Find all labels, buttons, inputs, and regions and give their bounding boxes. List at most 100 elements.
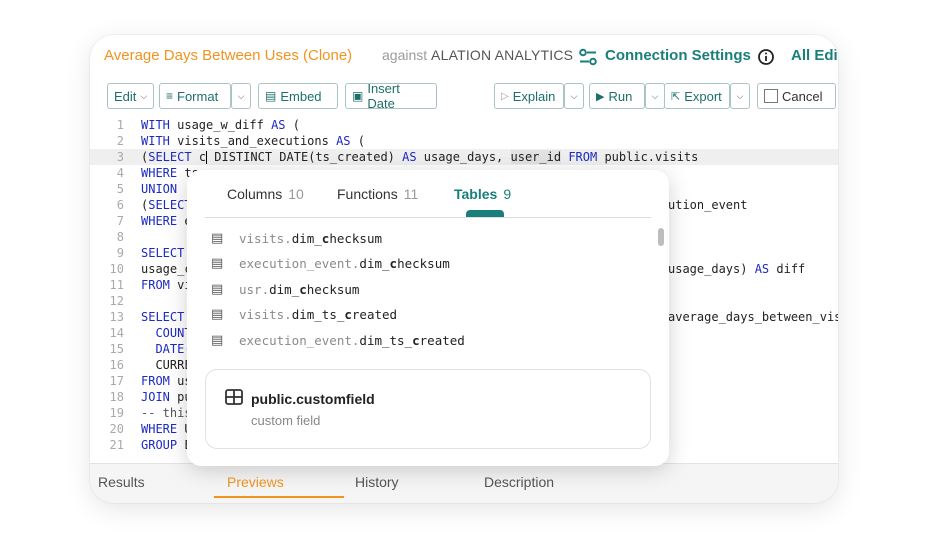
list-item[interactable]: ▤ visits. dim_checksum <box>211 226 382 250</box>
database-icon: ▤ <box>211 255 224 271</box>
tab-tables-label: Tables <box>454 186 498 202</box>
tab-previews[interactable]: Previews <box>227 474 284 490</box>
embed-label: Embed <box>280 88 322 104</box>
tab-tables-count: 9 <box>503 186 512 202</box>
item-column: dim_checksum <box>291 230 383 246</box>
item-column: dim_ts_created <box>359 332 465 348</box>
datasource-label: against ALATION ANALYTICS <box>382 47 573 63</box>
detail-description: custom field <box>251 413 321 428</box>
code-text: usage_c <box>141 262 192 276</box>
line-number: 6 <box>116 198 124 212</box>
tab-history[interactable]: History <box>355 474 399 490</box>
item-column: dim_checksum <box>359 255 450 271</box>
info-circle-icon[interactable] <box>757 48 775 70</box>
line-number: 7 <box>116 214 124 228</box>
embed-icon: ▤ <box>265 89 277 103</box>
list-item[interactable]: ▤ usr. dim_checksum <box>211 277 359 301</box>
chevron-down-icon: ⌵ <box>651 90 659 101</box>
chevron-down-icon: ⌵ <box>140 90 148 101</box>
scrollbar-thumb[interactable] <box>658 228 664 246</box>
tab-functions-count: 11 <box>403 186 419 202</box>
run-button[interactable]: ▶ Run <box>589 83 645 109</box>
code-text: WHERE U <box>141 422 192 436</box>
code-text: FROM vi <box>141 278 192 292</box>
code-text: DATE( <box>155 342 191 356</box>
code-text: WITH visits_and_executions AS ( <box>141 134 365 148</box>
against-text: against <box>382 47 428 63</box>
datasource-name[interactable]: ALATION ANALYTICS <box>431 47 573 63</box>
list-item[interactable]: ▤ execution_event. dim_checksum <box>211 251 450 275</box>
align-lines-icon: ≡ <box>166 89 174 103</box>
export-dropdown-button[interactable]: ⌵ <box>730 83 750 109</box>
tab-results[interactable]: Results <box>98 474 145 490</box>
line-number: 10 <box>109 262 124 276</box>
explain-button[interactable]: ▷ Explain <box>494 83 564 109</box>
explain-label: Explain <box>512 88 556 104</box>
code-line: 1 WITH usage_w_diff AS ( <box>90 117 838 133</box>
code-fragment: ution_event <box>668 198 748 212</box>
item-column: dim_checksum <box>269 281 360 297</box>
cancel-button[interactable]: Cancel <box>757 83 836 109</box>
format-dropdown-button[interactable]: ⌵ <box>231 83 251 109</box>
run-dropdown-button[interactable]: ⌵ <box>645 83 665 109</box>
tab-columns[interactable]: Columns 10 <box>227 186 304 202</box>
explain-dropdown-button[interactable]: ⌵ <box>564 83 584 109</box>
list-item[interactable]: ▤ execution_event. dim_ts_created <box>211 328 465 352</box>
tab-functions[interactable]: Functions 11 <box>337 186 418 202</box>
list-item[interactable]: ▤ visits. dim_ts_created <box>211 302 397 326</box>
code-text: UNION <box>141 182 178 196</box>
chevron-down-icon: ⌵ <box>237 90 245 101</box>
format-label: Format <box>177 88 219 104</box>
tab-tables[interactable]: Tables 9 <box>454 186 511 202</box>
tab-functions-label: Functions <box>337 186 398 202</box>
database-icon: ▤ <box>211 230 224 246</box>
run-label: Run <box>608 88 633 104</box>
line-number: 12 <box>109 294 124 308</box>
active-tab-underline <box>214 496 344 498</box>
query-title[interactable]: Average Days Between Uses (Clone) <box>104 47 352 64</box>
detail-name: public.customfield <box>251 391 375 407</box>
line-number: 16 <box>109 358 124 372</box>
line-number: 18 <box>109 390 124 404</box>
item-table: execution_event. <box>239 255 360 271</box>
line-number: 21 <box>109 438 124 452</box>
connection-settings-button[interactable]: Connection Settings <box>605 47 751 64</box>
text-cursor <box>206 151 208 164</box>
checkbox-square-icon <box>764 89 778 103</box>
code-line-active: 3 (SELECT c DISTINCT DATE(ts_created) AS … <box>90 149 838 165</box>
line-number: 2 <box>116 134 124 148</box>
calendar-icon: ▣ <box>352 89 364 103</box>
edit-menu-button[interactable]: Edit ⌵ <box>107 83 154 109</box>
code-text: (SELECT c DISTINCT DATE(ts_created) AS u… <box>141 150 699 164</box>
tab-description[interactable]: Description <box>484 474 554 490</box>
item-column: dim_ts_created <box>291 306 398 322</box>
format-button[interactable]: ≡ Format <box>159 83 231 109</box>
play-icon: ▶ <box>596 90 605 103</box>
sliders-icon[interactable] <box>578 48 598 70</box>
suggestion-list[interactable]: ▤ visits. dim_checksum ▤ execution_event. di… <box>187 226 655 352</box>
all-edits-link[interactable]: All Edi <box>791 47 838 64</box>
code-text: GROUP E <box>141 438 192 452</box>
item-table: usr. <box>239 281 270 297</box>
autocomplete-popup: Columns 10 Functions 11 Tables 9 ▤ visits. di… <box>187 170 669 466</box>
tab-columns-count: 10 <box>288 186 304 202</box>
code-comment: -- this <box>141 406 192 420</box>
code-text: JOIN pu <box>141 390 192 404</box>
code-text: FROM us <box>141 374 192 388</box>
line-number: 15 <box>109 342 124 356</box>
cancel-label: Cancel <box>782 88 823 104</box>
chevron-down-icon: ⌵ <box>570 90 578 101</box>
database-icon: ▤ <box>211 306 224 322</box>
insert-date-button[interactable]: ▣ Insert Date <box>345 81 437 111</box>
code-text: WITH usage_w_diff AS ( <box>141 118 300 132</box>
line-number: 11 <box>109 278 124 292</box>
line-number: 17 <box>109 374 124 388</box>
results-tab-bar: Results Previews History Description <box>90 463 838 503</box>
export-button[interactable]: ⇱ Export <box>664 83 730 109</box>
code-fragment: usage_days) AS diff <box>668 262 806 276</box>
line-number: 8 <box>116 230 124 244</box>
line-number: 20 <box>109 422 124 436</box>
code-text: SELECT <box>141 246 185 260</box>
embed-button[interactable]: ▤ Embed <box>258 83 338 109</box>
code-text: (SELECT <box>141 198 192 212</box>
